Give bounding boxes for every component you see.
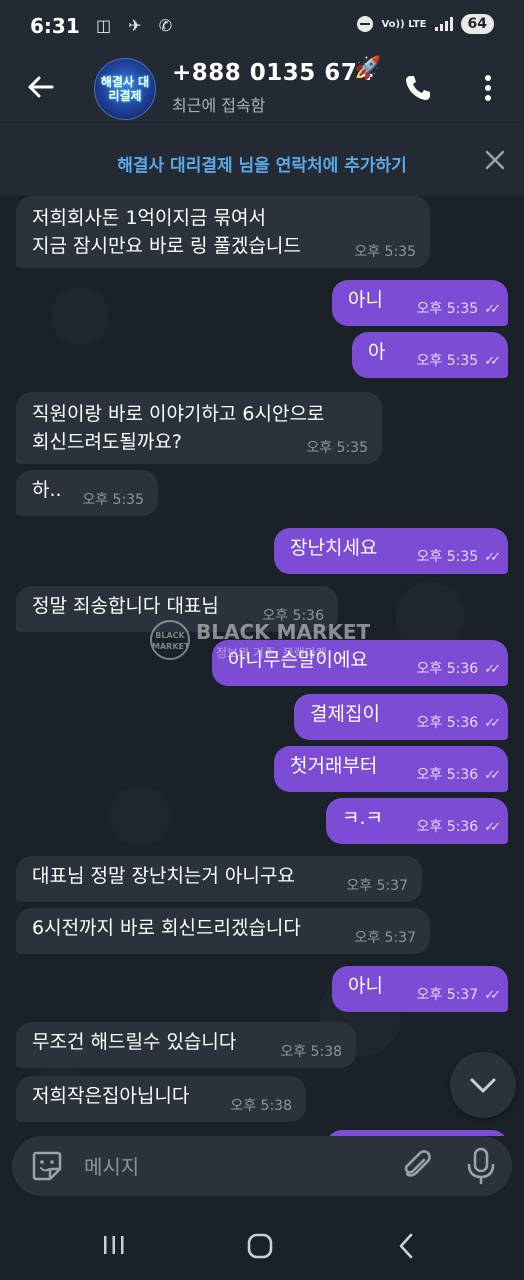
- message-time: 오후 5:36: [262, 608, 324, 624]
- message-bubble-incoming[interactable]: 대표님 정말 장난치는거 아니구요 오후 5:37: [16, 856, 422, 902]
- message-time: 오후 5:36: [416, 819, 479, 835]
- microphone-icon[interactable]: [464, 1146, 498, 1186]
- message-composer: [12, 1136, 512, 1196]
- double-check-icon: ✓✓: [484, 768, 501, 783]
- message-bubble-incoming[interactable]: 6시전까지 바로 회신드리겠습니다 오후 5:37: [16, 908, 430, 954]
- message-time: 오후 5:37: [416, 987, 479, 1003]
- back-nav-icon[interactable]: [396, 1232, 416, 1260]
- message-time: 오후 5:38: [230, 1098, 292, 1114]
- avatar[interactable]: 해결사 대리결제: [94, 58, 156, 120]
- message-time: 오후 5:37: [346, 878, 408, 894]
- message-time: 오후 5:38: [280, 1044, 342, 1060]
- message-list[interactable]: 저희회사돈 1억이지금 묶여서 지금 잠시만요 바로 링 풀겠습니드 오후 5:…: [0, 196, 524, 1136]
- message-meta: 오후 5:35 ✓✓: [416, 549, 501, 566]
- back-arrow-icon[interactable]: [24, 70, 58, 104]
- message-meta: 오후 5:36 ✓✓: [416, 819, 501, 836]
- close-icon[interactable]: [484, 149, 506, 171]
- message-bubble-incoming[interactable]: 직원이랑 바로 이야기하고 6시안으로 회신드려도될까요? 오후 5:35: [16, 392, 382, 464]
- double-check-icon: ✓✓: [484, 550, 501, 565]
- double-check-icon: ✓✓: [484, 820, 501, 835]
- scroll-to-bottom-button[interactable]: [450, 1052, 516, 1118]
- chat-header: 해결사 대리결제 +888 0135 674 🚀 최근에 접속함: [0, 56, 524, 122]
- phone-icon[interactable]: [402, 72, 434, 104]
- message-time: 오후 5:35: [82, 492, 144, 508]
- message-time: 오후 5:36: [416, 715, 479, 731]
- message-text: 장난치세요: [290, 537, 378, 559]
- battery-level: 64: [460, 14, 494, 34]
- message-bubble-incoming[interactable]: 무조건 해드릴수 있습니다 오후 5:38: [16, 1022, 356, 1068]
- message-bubble-outgoing[interactable]: 결제집이 오후 5:36 ✓✓: [294, 694, 508, 740]
- message-bubble-outgoing[interactable]: 첫거래부터 오후 5:36 ✓✓: [274, 746, 508, 792]
- add-contact-link[interactable]: 해결사 대리결제 님을 연락처에 추가하기: [0, 151, 524, 176]
- message-time: 오후 5:36: [416, 767, 479, 783]
- double-check-icon: ✓✓: [484, 302, 501, 317]
- volte-indicator: Vo)) LTE: [381, 18, 427, 30]
- double-check-icon: ✓✓: [484, 716, 501, 731]
- double-check-icon: ✓✓: [484, 988, 501, 1003]
- message-bubble-incoming[interactable]: 정말 죄송합니다 대표님 오후 5:36: [16, 586, 338, 632]
- more-vertical-icon[interactable]: [476, 72, 500, 104]
- do-not-disturb-icon: [357, 16, 374, 32]
- status-right-group: Vo)) LTE 64: [357, 14, 494, 34]
- status-time: 6:31: [30, 14, 80, 38]
- message-bubble-outgoing[interactable]: 장난치세요 오후 5:35 ✓✓: [274, 528, 508, 574]
- add-contact-banner: 해결사 대리결제 님을 연락처에 추가하기: [0, 122, 524, 197]
- message-bubble-outgoing[interactable]: 아니무슨말이에요 오후 5:36 ✓✓: [212, 640, 508, 686]
- message-input[interactable]: [82, 1150, 386, 1184]
- message-text: 결제집이: [310, 703, 380, 725]
- message-meta: 오후 5:35 ✓✓: [416, 301, 501, 318]
- message-meta: 오후 5:36 ✓✓: [416, 661, 501, 678]
- contact-name[interactable]: +888 0135 674: [172, 60, 374, 86]
- notification-icons: ◫ ✈ ✆: [96, 16, 179, 35]
- double-check-icon: ✓✓: [484, 354, 501, 369]
- message-bubble-incoming[interactable]: 하.. 오후 5:35: [16, 470, 158, 516]
- message-time: 오후 5:35: [306, 440, 368, 456]
- message-text: 저희작은집아닙니다: [32, 1085, 190, 1107]
- message-text: 아니: [348, 975, 383, 997]
- double-check-icon: ✓✓: [484, 662, 501, 677]
- message-text: 6시전까지 바로 회신드리겠습니다: [32, 917, 301, 939]
- home-icon[interactable]: [246, 1232, 274, 1260]
- message-time: 오후 5:35: [354, 244, 416, 260]
- message-text: 정말 죄송합니다 대표님: [32, 595, 219, 617]
- message-text: 아니무슨말이에요: [228, 649, 368, 671]
- message-text: 첫거래부터: [290, 755, 378, 777]
- message-time: 오후 5:35: [416, 353, 479, 369]
- message-time: 오후 5:35: [416, 301, 479, 317]
- message-text: 대표님 정말 장난치는거 아니구요: [32, 865, 295, 887]
- message-text: 아니: [348, 289, 383, 311]
- recent-apps-icon[interactable]: [102, 1234, 126, 1256]
- message-time: 오후 5:36: [416, 661, 479, 677]
- message-bubble-outgoing[interactable]: 아니 오후 5:35 ✓✓: [332, 280, 508, 326]
- sticker-emoji-icon[interactable]: [30, 1149, 64, 1183]
- message-bubble-outgoing[interactable]: ㅋ.ㅋ 오후 5:36 ✓✓: [326, 798, 508, 844]
- message-bubble-incoming[interactable]: 저희작은집아닙니다 오후 5:38: [16, 1076, 306, 1122]
- system-nav-bar: [0, 1208, 524, 1280]
- message-bubble-outgoing[interactable]: 아니 오후 5:37 ✓✓: [332, 966, 508, 1012]
- rocket-icon: 🚀: [354, 56, 382, 81]
- message-bubble-incoming[interactable]: 저희회사돈 1억이지금 묶여서 지금 잠시만요 바로 링 풀겠습니드 오후 5:…: [16, 196, 430, 268]
- message-time: 오후 5:37: [354, 930, 416, 946]
- status-bar: 6:31 ◫ ✈ ✆ Vo)) LTE 64: [0, 0, 524, 56]
- chevron-down-icon: [470, 1078, 496, 1093]
- message-text: 무조건 해드릴수 있습니다: [32, 1031, 237, 1053]
- message-meta: 오후 5:36 ✓✓: [416, 715, 501, 732]
- contact-status: 최근에 접속함: [172, 96, 266, 115]
- signal-icon: [434, 17, 453, 31]
- message-meta: 오후 5:35 ✓✓: [416, 353, 501, 370]
- paperclip-icon[interactable]: [400, 1148, 434, 1184]
- message-bubble-outgoing[interactable]: 아 오후 5:35 ✓✓: [352, 332, 508, 378]
- message-meta: 오후 5:37 ✓✓: [416, 987, 501, 1004]
- message-meta: 오후 5:36 ✓✓: [416, 767, 501, 784]
- avatar-label: 해결사 대리결제: [100, 75, 150, 103]
- message-text: ㅋ.ㅋ: [342, 807, 383, 829]
- message-time: 오후 5:35: [416, 549, 479, 565]
- message-text: 하..: [32, 479, 62, 501]
- message-text: 아: [368, 341, 386, 363]
